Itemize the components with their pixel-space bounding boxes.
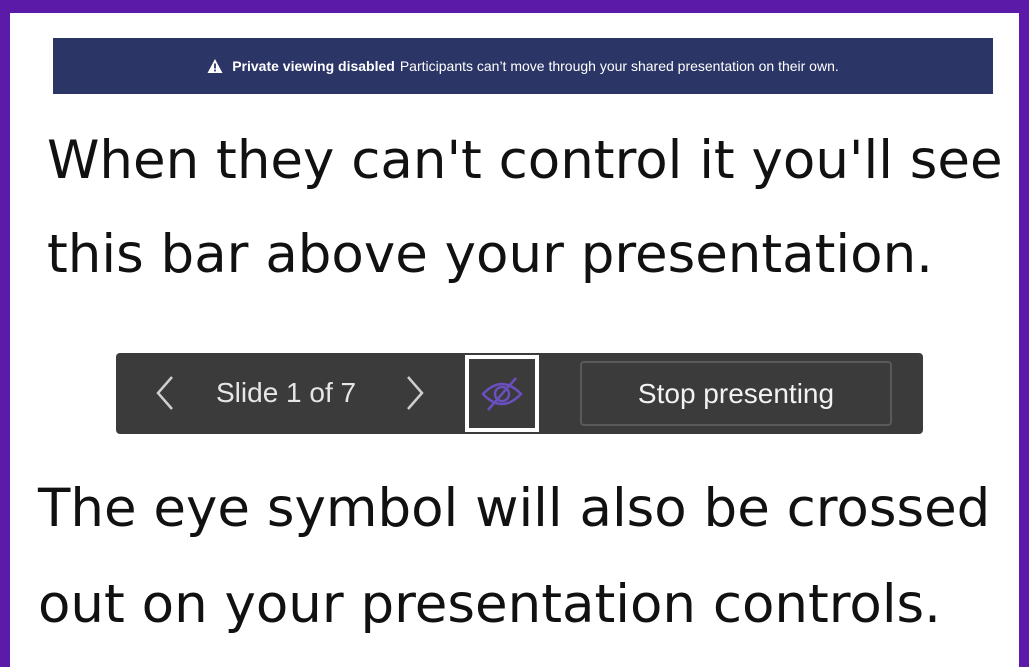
caption-bottom-line-2: out on your presentation controls. [38,574,942,635]
presenter-controls-bar: Slide 1 of 7 Stop presenting [116,353,923,434]
private-viewing-toggle[interactable] [465,355,539,432]
previous-slide-button[interactable] [151,373,179,413]
chevron-right-icon [407,376,424,410]
private-viewing-banner: Private viewing disabled Participants ca… [53,38,993,94]
eye-crossed-out-icon [481,376,523,411]
stop-presenting-button[interactable]: Stop presenting [580,361,892,426]
banner-message: Participants can’t move through your sha… [399,58,839,74]
banner-title: Private viewing disabled [232,58,395,74]
caption-top-line-2: this bar above your presentation. [47,224,934,285]
slide-counter: Slide 1 of 7 [216,377,357,408]
caption-bottom-line-1: The eye symbol will also be crossed [38,478,991,539]
chevron-left-icon [156,376,173,410]
warning-triangle-icon [207,58,223,74]
next-slide-button[interactable] [401,373,429,413]
caption-top-line-1: When they can't control it you'll see [47,130,1003,191]
page-frame [0,0,1029,667]
